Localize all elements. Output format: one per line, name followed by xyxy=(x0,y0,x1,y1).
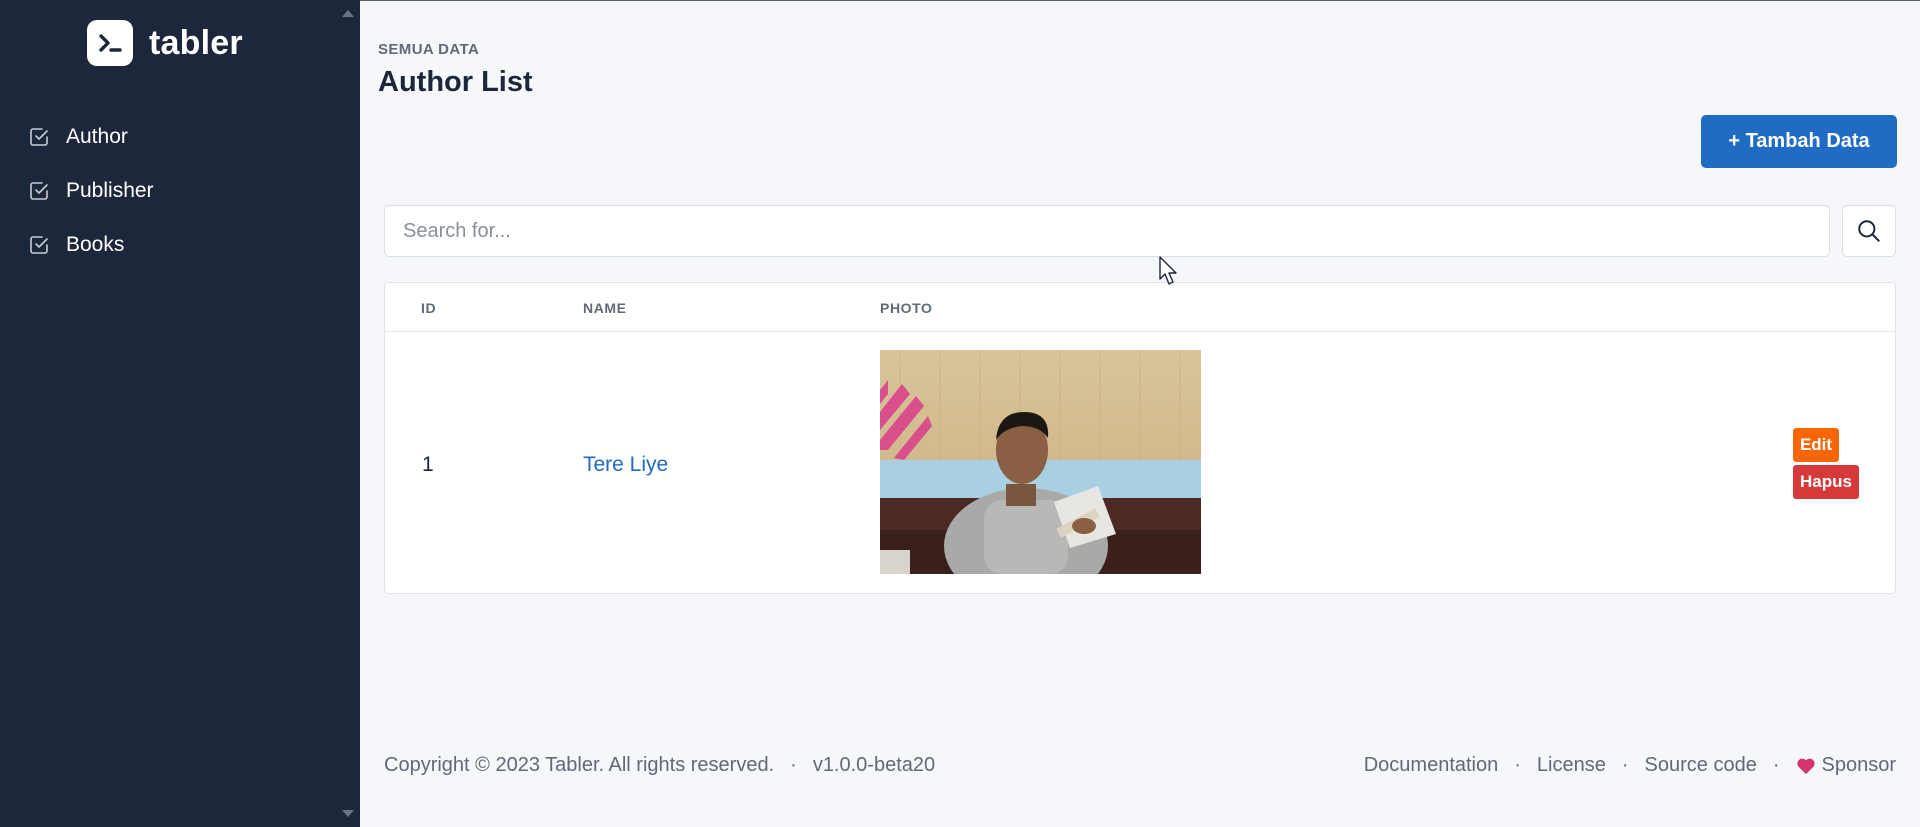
license-link[interactable]: License xyxy=(1537,754,1606,777)
sidebar-item-author[interactable]: Author xyxy=(0,110,360,164)
scroll-down-arrow-icon[interactable] xyxy=(342,810,354,817)
sponsor-link[interactable]: Sponsor xyxy=(1796,754,1897,777)
footer-left: Copyright © 2023 Tabler. All rights rese… xyxy=(384,754,935,777)
author-table: ID NAME PHOTO 1 Tere Liye Edit Hapus xyxy=(384,282,1896,594)
separator: · xyxy=(790,754,797,776)
separator: · xyxy=(1772,754,1780,776)
author-name-link[interactable]: Tere Liye xyxy=(583,453,668,477)
version-link[interactable]: v1.0.0-beta20 xyxy=(813,754,935,776)
tabler-logo-icon xyxy=(87,20,133,66)
brand[interactable]: tabler xyxy=(87,20,243,66)
sidebar-item-label: Books xyxy=(66,233,125,256)
sponsor-label: Sponsor xyxy=(1821,754,1897,776)
source-code-link[interactable]: Source code xyxy=(1645,754,1757,777)
search-button[interactable] xyxy=(1842,205,1896,257)
heart-icon xyxy=(1796,758,1815,774)
footer: Copyright © 2023 Tabler. All rights rese… xyxy=(384,754,1896,780)
sidebar-item-label: Author xyxy=(66,125,128,148)
page-title: Author List xyxy=(378,66,533,98)
add-data-button[interactable]: + Tambah Data xyxy=(1701,115,1897,168)
table-header: ID NAME PHOTO xyxy=(385,283,1895,332)
scroll-up-arrow-icon[interactable] xyxy=(342,10,354,17)
cell-id: 1 xyxy=(422,453,434,476)
separator: · xyxy=(1621,754,1629,776)
footer-links: Documentation · License · Source code · … xyxy=(1364,754,1896,777)
column-header-name: NAME xyxy=(583,300,627,316)
edit-button[interactable]: Edit xyxy=(1793,428,1839,462)
delete-button[interactable]: Hapus xyxy=(1793,465,1859,499)
author-photo xyxy=(880,350,1201,574)
documentation-link[interactable]: Documentation xyxy=(1364,754,1499,777)
sidebar-item-publisher[interactable]: Publisher xyxy=(0,164,360,218)
column-header-id: ID xyxy=(421,300,437,316)
checkbox-icon xyxy=(27,125,51,149)
brand-name: tabler xyxy=(149,23,243,62)
mouse-cursor-icon xyxy=(1159,256,1177,285)
sidebar-nav: Author Publisher Books xyxy=(0,110,360,272)
page-pretitle: SEMUA DATA xyxy=(378,41,480,58)
copyright-text: Copyright © 2023 Tabler. All rights rese… xyxy=(384,754,775,776)
sidebar-item-books[interactable]: Books xyxy=(0,218,360,272)
main-content: SEMUA DATA Author List + Tambah Data ID … xyxy=(360,0,1920,827)
search-icon xyxy=(1858,220,1880,242)
search-input[interactable] xyxy=(384,205,1830,257)
sidebar-item-label: Publisher xyxy=(66,179,154,202)
divider xyxy=(360,0,1920,1)
checkbox-icon xyxy=(27,179,51,203)
column-header-photo: PHOTO xyxy=(880,300,933,316)
checkbox-icon xyxy=(27,233,51,257)
separator: · xyxy=(1514,754,1521,776)
sidebar: tabler Author Publisher Books xyxy=(0,0,360,827)
